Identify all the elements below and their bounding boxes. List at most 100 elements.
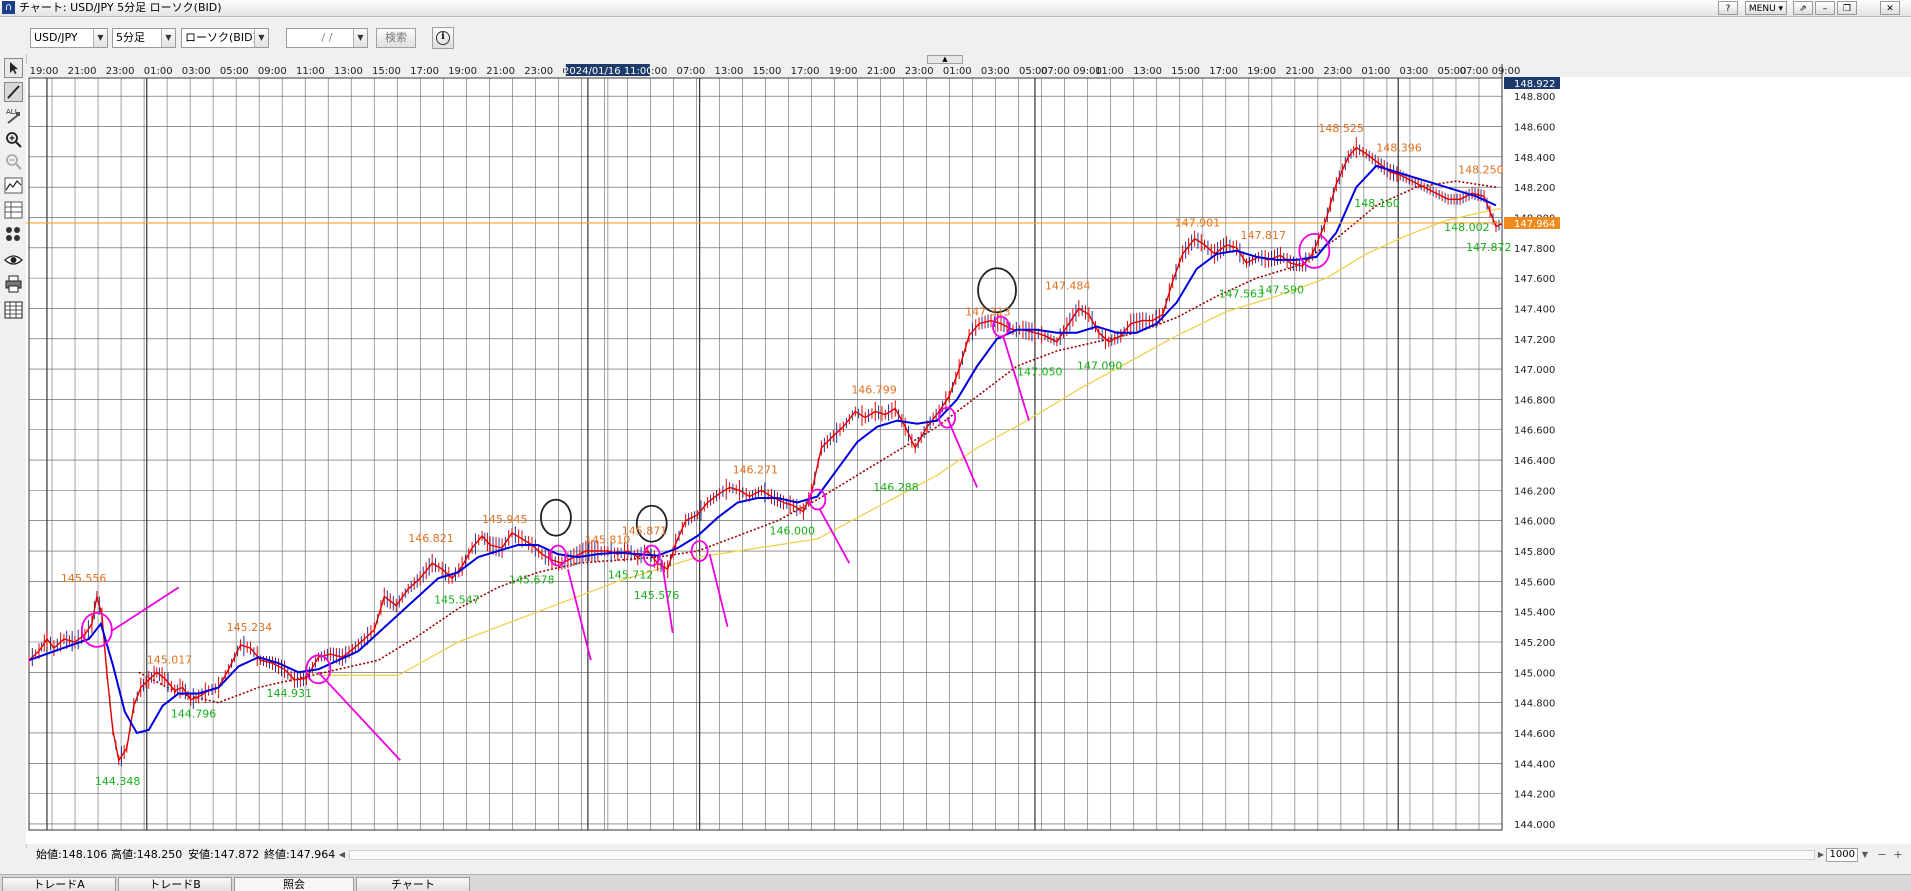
time-tick-label: 21:00: [68, 66, 97, 77]
scroll-left-arrow[interactable]: ◀: [337, 850, 347, 860]
minimize-button[interactable]: –: [1815, 1, 1835, 15]
price-tick-label: 147.800: [1514, 244, 1555, 255]
chevron-down-icon[interactable]: ▼: [161, 29, 175, 47]
timeframe-select[interactable]: 5分足 ▼: [112, 28, 176, 48]
high-label: 145.556: [61, 572, 107, 585]
search-button[interactable]: 検索: [376, 28, 416, 48]
scroll-right-arrow[interactable]: ▶: [1816, 850, 1826, 860]
high-label: 145.234: [227, 621, 273, 634]
low-label: 144.348: [95, 775, 140, 788]
chevron-down-icon[interactable]: ▼: [1860, 850, 1870, 860]
zoom-out-icon[interactable]: [4, 152, 23, 172]
price-tick-label: 144.000: [1514, 820, 1555, 831]
eye-icon[interactable]: [4, 250, 23, 270]
menu-button[interactable]: MENU ▾: [1745, 1, 1787, 15]
time-tick-label: 01:00: [943, 66, 972, 77]
low-label: 147.090: [1077, 359, 1123, 372]
time-tick-label: 13:00: [715, 66, 744, 77]
tab-inquiry[interactable]: 照会: [234, 877, 354, 891]
info-icon: i: [436, 31, 450, 45]
tab-trade-b[interactable]: トレードB: [118, 877, 232, 891]
high-label: 145.945: [482, 513, 528, 526]
high-label: 147.484: [1045, 280, 1091, 293]
chevron-down-icon[interactable]: ▼: [254, 29, 268, 47]
open-value: 始値:148.106: [36, 848, 108, 861]
help-button[interactable]: ?: [1718, 1, 1738, 15]
info-button[interactable]: i: [432, 27, 454, 49]
high-label: 146.271: [733, 464, 779, 477]
price-tick-label: 146.600: [1514, 426, 1555, 437]
bar-count-select[interactable]: 1000: [1826, 848, 1858, 862]
price-chart[interactable]: 19:00 21:00 23:00 01:00 03:00 05:00 09:00 11:00…: [26, 64, 1911, 844]
date-placeholder: / /: [321, 31, 333, 44]
price-tick-label: 145.000: [1514, 668, 1555, 679]
price-tick-label: 146.800: [1514, 395, 1555, 406]
close-button[interactable]: ✕: [1880, 1, 1900, 15]
ohlc-status-bar: 始値:148.106 高値:148.250 安値:147.872 終値:147.…: [26, 848, 1911, 862]
cursor-time-label: 2024/01/16 11:00: [563, 66, 653, 77]
price-tick-label: 148.200: [1514, 183, 1555, 194]
high-label: 148.525: [1318, 122, 1364, 135]
price-tick-label: 146.200: [1514, 486, 1555, 497]
indicator-icon[interactable]: [4, 176, 23, 196]
high-label: 146.821: [408, 532, 454, 545]
price-tick-label: 145.400: [1514, 608, 1555, 619]
time-tick-label: 03:00: [981, 66, 1010, 77]
price-tick-label: 145.600: [1514, 577, 1555, 588]
cursor-price-label: 148.922: [1514, 79, 1555, 90]
price-tick-label: 148.600: [1514, 123, 1555, 134]
low-label: 146.000: [769, 525, 815, 538]
pointer-icon[interactable]: [4, 58, 23, 78]
tab-trade-a[interactable]: トレードA: [2, 877, 116, 891]
time-tick-label: 17:00: [1209, 66, 1238, 77]
price-tick-label: 144.200: [1514, 790, 1555, 801]
high-label: 148.250: [1458, 164, 1504, 177]
app-icon: ∩: [2, 1, 15, 14]
price-type-value: ローソク(BID): [185, 31, 257, 44]
symbol-value: USD/JPY: [34, 31, 78, 44]
chevron-down-icon[interactable]: ▼: [93, 29, 107, 47]
pattern-icon[interactable]: [4, 224, 23, 244]
low-label: 144.796: [171, 707, 217, 720]
high-value: 高値:148.250: [111, 848, 183, 861]
price-type-select[interactable]: ローソク(BID) ▼: [181, 28, 269, 48]
time-tick-label: 01:00: [1361, 66, 1390, 77]
zoom-in-chart-button[interactable]: +: [1893, 849, 1903, 860]
time-tick-label: 23:00: [106, 66, 135, 77]
zoom-out-chart-button[interactable]: −: [1877, 849, 1887, 860]
symbol-select[interactable]: USD/JPY ▼: [30, 28, 108, 48]
delete-all-icon[interactable]: ALL: [4, 106, 23, 126]
chart-scrollbar[interactable]: [349, 850, 1815, 860]
price-tick-label: 145.800: [1514, 547, 1555, 558]
timeframe-value: 5分足: [116, 31, 145, 44]
low-label: 147.563: [1219, 288, 1265, 301]
low-label: 146.288: [873, 481, 919, 494]
high-label: 147.817: [1241, 229, 1287, 242]
low-label: 145.712: [608, 568, 654, 581]
high-label: 148.396: [1376, 141, 1422, 154]
table-icon[interactable]: [4, 200, 23, 220]
time-tick-label: 03:00: [182, 66, 211, 77]
current-price-label: 147.964: [1514, 219, 1555, 230]
line-draw-icon[interactable]: [4, 82, 23, 102]
maximize-button[interactable]: ❐: [1837, 1, 1857, 15]
high-label: 147.313: [965, 306, 1011, 319]
time-tick-label: 11:00: [1095, 66, 1124, 77]
low-label: 144.931: [267, 687, 313, 700]
zoom-in-icon[interactable]: [4, 130, 23, 150]
grid-settings-icon[interactable]: [4, 300, 23, 320]
price-tick-label: 147.000: [1514, 365, 1555, 376]
collapse-toolbar-handle[interactable]: ▲: [927, 55, 963, 64]
price-tick-label: 145.200: [1514, 638, 1555, 649]
time-tick-label: 13:00: [334, 66, 363, 77]
popout-button[interactable]: ⇗: [1793, 1, 1813, 15]
printer-icon[interactable]: [4, 274, 23, 294]
time-tick-label: 15:00: [1171, 66, 1200, 77]
tab-chart[interactable]: チャート: [356, 877, 470, 891]
chevron-down-icon[interactable]: ▼: [353, 29, 367, 47]
price-tick-label: 144.400: [1514, 759, 1555, 770]
window-title: チャート: USD/JPY 5分足 ローソク(BID): [19, 1, 222, 14]
time-tick-label: 19:00: [829, 66, 858, 77]
date-input[interactable]: / / ▼: [286, 28, 368, 48]
time-tick-label: 07:00 09:00: [1041, 66, 1102, 77]
